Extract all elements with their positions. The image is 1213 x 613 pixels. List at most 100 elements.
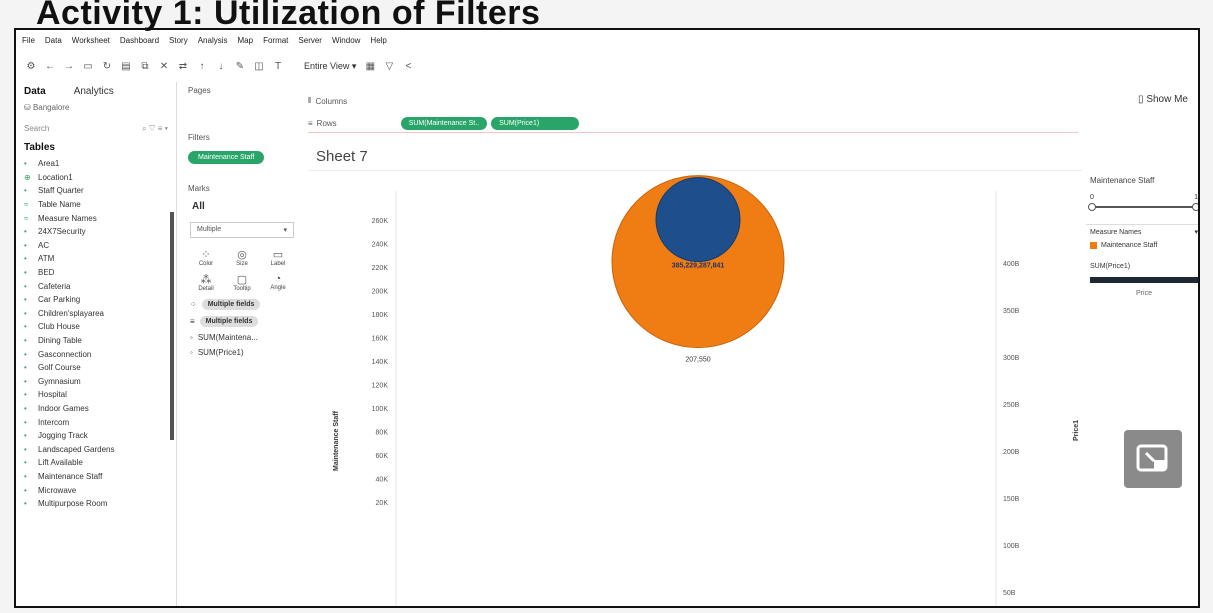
highlight-icon[interactable]: ✎ [235, 61, 245, 72]
menu-item[interactable]: Format [263, 36, 288, 52]
mark-field-color[interactable]: ⁘ Multiple fields [182, 296, 302, 313]
field-label: Indoor Games [38, 403, 89, 413]
tooltip-icon: ▢ [236, 274, 248, 286]
sort-asc-icon[interactable]: ↑ [197, 61, 207, 72]
new-sheet-icon[interactable]: ▤ [121, 61, 131, 72]
tooltip-button[interactable]: ▢ Tooltip [226, 273, 258, 292]
field-item[interactable]: • Microwave [16, 483, 176, 497]
mark-field-text: SUM(Price1) [197, 348, 244, 357]
slider-handle-min[interactable] [1088, 203, 1096, 211]
size-button[interactable]: ◎ Size [226, 248, 258, 267]
field-item[interactable]: • Club House [16, 320, 176, 334]
color-legend-header[interactable]: Measure Names ▾ [1086, 224, 1198, 239]
rows-icon: ≡ [308, 118, 313, 128]
presentation-icon[interactable]: ▦ [365, 61, 375, 72]
range-slider[interactable] [1088, 203, 1198, 211]
field-item[interactable]: ≈ Measure Names [16, 211, 176, 225]
label-button[interactable]: ▭ Label [262, 248, 294, 267]
menu-item[interactable]: Map [238, 36, 254, 52]
field-item[interactable]: ⊕ Location1 [16, 171, 176, 185]
filters-label: Filters [188, 133, 210, 142]
field-item[interactable]: • Area1 [16, 157, 176, 171]
labels-icon[interactable]: T [273, 61, 283, 72]
mark-field-size-2[interactable]: ◦ SUM(Price1) [182, 345, 302, 360]
menu-item[interactable]: Window [332, 36, 360, 52]
marks-all-label[interactable]: All [182, 197, 302, 216]
slider-handle-max[interactable] [1192, 203, 1198, 211]
color-button[interactable]: ⁘ Color [190, 248, 222, 267]
rows-shelf[interactable]: ≡ Rows SUM(Maintenance St.. SUM(Price1) [308, 114, 1078, 133]
field-item[interactable]: • Lift Available [16, 456, 176, 470]
field-item[interactable]: • Golf Course [16, 361, 176, 375]
rows-pill-maintenance[interactable]: SUM(Maintenance St.. [400, 116, 488, 130]
group-icon[interactable]: ◫ [254, 61, 264, 72]
right-axis-tick: 200B [1003, 449, 1020, 456]
field-item[interactable]: • Gymnasium [16, 375, 176, 389]
scrollbar[interactable] [170, 212, 174, 440]
forward-icon[interactable]: → [64, 61, 74, 72]
field-item[interactable]: • Multipurpose Room [16, 497, 176, 511]
back-icon[interactable]: ← [45, 61, 55, 72]
menu-item[interactable]: Analysis [198, 36, 228, 52]
left-axis-tick: 120K [372, 383, 389, 390]
legend-menu-icon[interactable]: ▾ [1194, 228, 1198, 236]
tableau-logo-icon: ⚙ [26, 60, 36, 72]
tooltip-icon[interactable]: ▽ [384, 61, 394, 72]
tab-analytics[interactable]: Analytics [74, 86, 114, 97]
menu-item[interactable]: Dashboard [120, 36, 159, 52]
share-icon[interactable]: < [403, 61, 413, 72]
menu-item[interactable]: Server [298, 36, 322, 52]
filter-icon[interactable]: ⌕ ▽ ≡ ▾ [142, 124, 168, 134]
field-item[interactable]: • BED [16, 266, 176, 280]
field-item[interactable]: • Car Parking [16, 293, 176, 307]
dimension-icon: • [24, 240, 27, 250]
legend-pane: Maintenance Staff 01 Measure Names ▾ Main… [1086, 170, 1198, 606]
mark-field-size-1[interactable]: ◦ SUM(Maintena... [182, 330, 302, 345]
tables-heading: Tables [24, 142, 55, 153]
field-item[interactable]: • 24X7Security [16, 225, 176, 239]
angle-button[interactable]: ◔ Angle [262, 273, 294, 292]
fit-dropdown[interactable]: Entire View ▾ [304, 61, 356, 72]
show-me-button[interactable]: ▯ Show Me [1138, 94, 1188, 105]
mark-type-dropdown[interactable]: Multiple ▾ [190, 222, 294, 238]
filter-pill[interactable]: Maintenance Staff [188, 151, 265, 164]
mark-field-label[interactable]: ≡ Multiple fields [182, 313, 302, 330]
tab-data[interactable]: Data [24, 86, 46, 97]
columns-shelf[interactable]: ⦀ Columns [308, 92, 347, 110]
legend-item[interactable]: Maintenance Staff [1086, 239, 1198, 252]
menu-item[interactable]: Worksheet [72, 36, 110, 52]
field-item[interactable]: • Dining Table [16, 334, 176, 348]
menu-item[interactable]: Story [169, 36, 188, 52]
detail-button[interactable]: ⁂ Detail [190, 273, 222, 292]
field-item[interactable]: • Intercom [16, 415, 176, 429]
field-item[interactable]: ≈ Table Name [16, 198, 176, 212]
field-item[interactable]: • Cafeteria [16, 279, 176, 293]
field-label: Gasconnection [38, 349, 92, 359]
sort-desc-icon[interactable]: ↓ [216, 61, 226, 72]
clear-icon[interactable]: ✕ [159, 61, 169, 72]
field-item[interactable]: • Children'splayarea [16, 307, 176, 321]
field-item[interactable]: • Gasconnection [16, 347, 176, 361]
field-item[interactable]: • Jogging Track [16, 429, 176, 443]
field-item[interactable]: • ATM [16, 252, 176, 266]
mark-type-value: Multiple [197, 226, 222, 233]
field-item[interactable]: • Maintenance Staff [16, 470, 176, 484]
search-field[interactable]: Search ⌕ ▽ ≡ ▾ [16, 114, 176, 138]
field-item[interactable]: • Indoor Games [16, 402, 176, 416]
presentation-mode-icon[interactable] [1124, 430, 1182, 488]
menu-bar: File Data Worksheet Dashboard Story Analysis M… [16, 36, 387, 52]
field-item[interactable]: • Landscaped Gardens [16, 442, 176, 456]
refresh-icon[interactable]: ↻ [102, 61, 112, 72]
field-item[interactable]: • Hospital [16, 388, 176, 402]
field-item[interactable]: • AC [16, 239, 176, 253]
menu-item[interactable]: Data [45, 36, 62, 52]
duplicate-icon[interactable]: ⧉ [140, 61, 150, 72]
rows-pill-price[interactable]: SUM(Price1) [491, 116, 580, 130]
new-datasource-icon[interactable]: ▭ [83, 61, 93, 72]
dimension-icon: ≈ [24, 200, 29, 210]
datasource-name[interactable]: ⛁ Bangalore [16, 101, 176, 114]
field-item[interactable]: • Staff Quarter [16, 184, 176, 198]
menu-item[interactable]: File [22, 36, 35, 52]
menu-item[interactable]: Help [370, 36, 386, 52]
swap-icon[interactable]: ⇄ [178, 61, 188, 72]
